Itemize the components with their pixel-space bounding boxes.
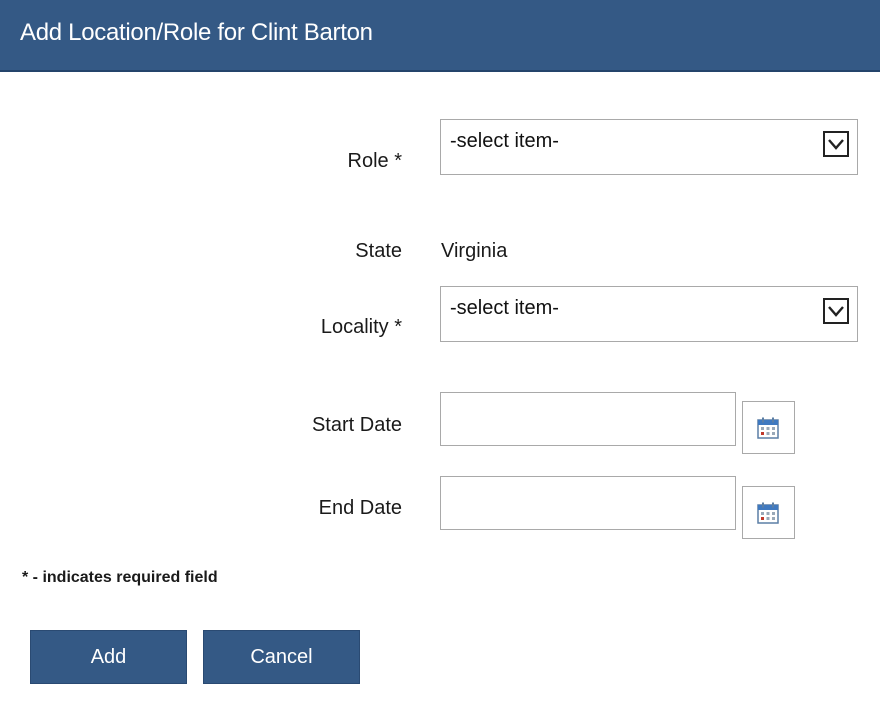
locality-select-value: -select item- [450,297,559,319]
start-date-input[interactable] [440,392,736,446]
state-value: Virginia [441,240,508,262]
end-date-input[interactable] [440,476,736,530]
locality-select[interactable]: -select item- [440,286,858,342]
locality-label: Locality * [320,316,402,338]
calendar-icon [757,417,779,439]
state-label: State [355,240,402,262]
start-date-label: Start Date [311,414,402,436]
start-date-calendar-button[interactable] [742,401,795,454]
cancel-button[interactable]: Cancel [203,630,360,684]
dialog-title: Add Location/Role for Clint Barton [20,19,373,46]
role-select-value: -select item- [450,130,559,152]
required-field-note: * - indicates required field [22,569,218,586]
calendar-icon [757,502,779,524]
dialog-title-bar: Add Location/Role for Clint Barton [0,0,880,72]
role-select[interactable]: -select item- [440,119,858,175]
chevron-down-icon[interactable] [823,131,849,157]
add-button[interactable]: Add [30,630,187,684]
end-date-label: End Date [318,497,402,519]
end-date-calendar-button[interactable] [742,486,795,539]
role-label: Role * [347,150,402,172]
chevron-down-icon[interactable] [823,298,849,324]
add-location-role-dialog: Add Location/Role for Clint Barton Role … [0,0,880,706]
